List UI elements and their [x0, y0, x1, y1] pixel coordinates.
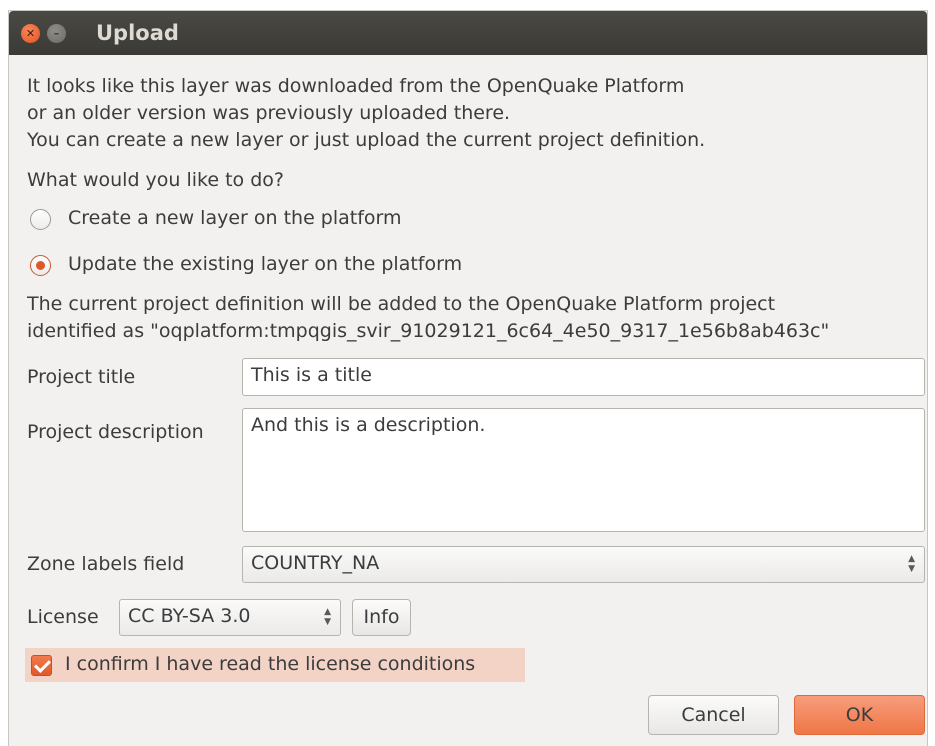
zone-labels-field-value: COUNTRY_NA: [251, 552, 380, 574]
close-icon[interactable]: ✕: [21, 24, 40, 43]
chevron-updown-icon: ▲ ▼: [324, 607, 331, 627]
project-description-textarea[interactable]: And this is a description.: [242, 408, 925, 532]
info-line-1: The current project definition will be a…: [27, 293, 776, 315]
cancel-button-label: Cancel: [681, 704, 746, 726]
intro-line-3: You can create a new layer or just uploa…: [27, 129, 706, 151]
info-button[interactable]: Info: [352, 599, 411, 636]
option-create-label[interactable]: Create a new layer on the platform: [68, 207, 402, 229]
zone-labels-field-label: Zone labels field: [27, 553, 185, 575]
license-label: License: [27, 606, 99, 628]
radio-create-new-layer[interactable]: [30, 209, 51, 230]
title-bar: ✕ – Upload: [9, 11, 927, 55]
chevron-updown-icon: ▲ ▼: [908, 554, 915, 574]
info-line-2: identified as "oqplatform:tmpqgis_svir_9…: [27, 320, 830, 342]
cancel-button[interactable]: Cancel: [648, 695, 779, 735]
window-title: Upload: [96, 21, 179, 45]
upload-dialog: ✕ – Upload It looks like this layer was …: [8, 10, 928, 746]
minimize-icon[interactable]: –: [47, 24, 66, 43]
license-confirm-checkbox[interactable]: [31, 655, 52, 676]
intro-line-2: or an older version was previously uploa…: [27, 102, 511, 124]
license-confirm-label[interactable]: I confirm I have read the license condit…: [65, 653, 475, 675]
radio-update-existing-layer[interactable]: [30, 255, 51, 276]
license-select[interactable]: CC BY-SA 3.0 ▲ ▼: [119, 599, 341, 636]
intro-line-1: It looks like this layer was downloaded …: [27, 75, 685, 97]
project-title-label: Project title: [27, 366, 136, 388]
ok-button-label: OK: [845, 704, 874, 726]
question-label: What would you like to do?: [27, 169, 284, 191]
license-value: CC BY-SA 3.0: [128, 605, 251, 627]
ok-button[interactable]: OK: [794, 695, 925, 735]
zone-labels-field-select[interactable]: COUNTRY_NA ▲ ▼: [242, 546, 925, 583]
project-title-input[interactable]: This is a title: [242, 358, 925, 396]
license-confirm-row[interactable]: I confirm I have read the license condit…: [25, 648, 525, 682]
option-update-label[interactable]: Update the existing layer on the platfor…: [68, 253, 462, 275]
project-description-label: Project description: [27, 421, 204, 443]
